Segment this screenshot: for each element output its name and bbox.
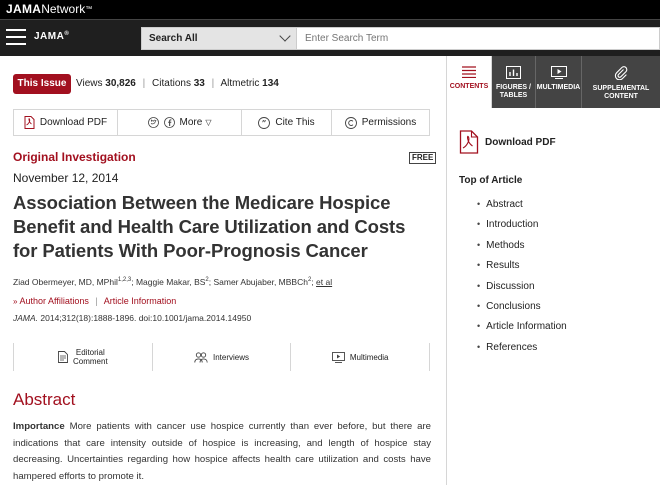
share-more-button[interactable]: More ▽ xyxy=(118,110,242,135)
altmetric-label[interactable]: Altmetric xyxy=(220,78,259,89)
article-toolbar: Download PDF More ▽ ” Cite This Permissi… xyxy=(13,109,430,136)
views-label: Views xyxy=(76,78,103,89)
twitter-icon[interactable] xyxy=(147,117,159,128)
altmetric-score[interactable]: 134 xyxy=(262,78,279,89)
article-metrics: Views 30,826 | Citations 33 | Altmetric … xyxy=(76,78,279,89)
copyright-icon xyxy=(344,116,357,129)
toc-item-conclusions[interactable]: Conclusions xyxy=(477,299,567,319)
top-of-article-heading[interactable]: Top of Article xyxy=(459,175,522,186)
more-label: More xyxy=(179,117,203,128)
cite-this-button[interactable]: ” Cite This xyxy=(242,110,332,135)
chevron-right-icon: » xyxy=(13,297,18,306)
document-icon xyxy=(58,351,68,363)
article-type[interactable]: Original Investigation xyxy=(13,150,136,164)
video-icon xyxy=(550,66,567,79)
abstract-heading: Abstract xyxy=(13,390,76,409)
toc-item-methods[interactable]: Methods xyxy=(477,238,567,258)
facebook-icon[interactable] xyxy=(163,117,175,128)
quote-icon: ” xyxy=(258,116,271,129)
search-input[interactable] xyxy=(297,27,660,50)
citations-label[interactable]: Citations xyxy=(152,78,191,89)
publication-date: November 12, 2014 xyxy=(13,171,119,185)
this-issue-button[interactable]: This Issue xyxy=(13,74,71,94)
free-badge: FREE xyxy=(409,152,437,164)
table-of-contents: Abstract Introduction Methods Results Di… xyxy=(477,197,567,360)
toc-item-discussion[interactable]: Discussion xyxy=(477,279,567,299)
author-affiliation-marker: 1,2,3 xyxy=(117,277,132,284)
views-count: 30,826 xyxy=(105,78,136,89)
jama-logo[interactable]: JAMA® xyxy=(34,31,69,42)
sidebar-tabs: CONTENTS FIGURES / TABLES MULTIMEDIA SUP… xyxy=(447,56,660,108)
search-scope-select[interactable]: Search All xyxy=(141,27,297,50)
tab-figures-tables[interactable]: FIGURES / TABLES xyxy=(492,56,536,108)
editorial-comment-button[interactable]: Editorial Comment xyxy=(14,343,153,371)
multimedia-button[interactable]: Multimedia xyxy=(291,343,431,371)
author-name[interactable]: ; Samer Abujaber, MBBCh xyxy=(209,277,308,287)
interviews-button[interactable]: Interviews xyxy=(153,343,292,371)
citation-journal: JAMA. xyxy=(13,313,39,323)
network-brand-light: Network xyxy=(41,2,86,16)
toc-item-results[interactable]: Results xyxy=(477,258,567,278)
author-name[interactable]: ; Maggie Makar, BS xyxy=(131,277,205,287)
more-caret-icon: ▽ xyxy=(205,118,212,127)
network-brand-bold: JAMA xyxy=(6,2,42,16)
citation-line: JAMA. 2014;312(18):1888-1896. doi:10.100… xyxy=(13,313,251,323)
author-name[interactable]: Ziad Obermeyer, MD, MPhil xyxy=(13,277,118,287)
importance-label: Importance xyxy=(13,421,65,432)
toc-item-references[interactable]: References xyxy=(477,340,567,360)
chart-icon xyxy=(506,66,521,79)
hamburger-menu-icon[interactable] xyxy=(6,29,26,45)
people-icon xyxy=(194,351,208,363)
sidebar-download-pdf-button[interactable]: Download PDF xyxy=(459,130,556,154)
article-information-link[interactable]: Article Information xyxy=(104,296,177,306)
article-links-row: » Author Affiliations | Article Informat… xyxy=(13,296,177,306)
pdf-icon xyxy=(459,130,479,154)
toc-item-introduction[interactable]: Introduction xyxy=(477,217,567,237)
author-list: Ziad Obermeyer, MD, MPhil1,2,3; Maggie M… xyxy=(13,277,332,287)
svg-text:”: ” xyxy=(262,118,267,128)
citation-details: 2014;312(18):1888-1896. doi:10.1001/jama… xyxy=(38,313,252,323)
permissions-button[interactable]: Permissions xyxy=(332,110,429,135)
et-al-link[interactable]: et al xyxy=(316,277,332,287)
sidebar-divider xyxy=(446,56,447,485)
citations-count[interactable]: 33 xyxy=(194,78,205,89)
tab-supplemental-content[interactable]: SUPPLEMENTAL CONTENT xyxy=(582,56,660,108)
importance-text: More patients with cancer use hospice cu… xyxy=(13,421,431,482)
jama-network-bar: JAMANetwork™ xyxy=(0,0,660,19)
video-icon xyxy=(331,351,345,363)
related-resources-bar: Editorial Comment Interviews Multimedia xyxy=(13,343,431,371)
site-header: JAMA® Search All xyxy=(0,19,660,56)
paperclip-icon xyxy=(614,66,628,80)
toc-item-article-information[interactable]: Article Information xyxy=(477,319,567,339)
download-pdf-button[interactable]: Download PDF xyxy=(14,110,118,135)
article-title: Association Between the Medicare Hospice… xyxy=(13,192,406,261)
toc-item-abstract[interactable]: Abstract xyxy=(477,197,567,217)
tab-multimedia[interactable]: MULTIMEDIA xyxy=(536,56,582,108)
chevron-down-icon xyxy=(279,30,291,42)
abstract-importance: Importance More patients with cancer use… xyxy=(13,419,431,485)
author-affiliations-link[interactable]: Author Affiliations xyxy=(19,296,88,306)
tab-contents[interactable]: CONTENTS xyxy=(447,56,492,108)
pdf-icon xyxy=(24,116,35,129)
network-trademark: ™ xyxy=(85,6,93,13)
list-icon xyxy=(462,66,476,78)
